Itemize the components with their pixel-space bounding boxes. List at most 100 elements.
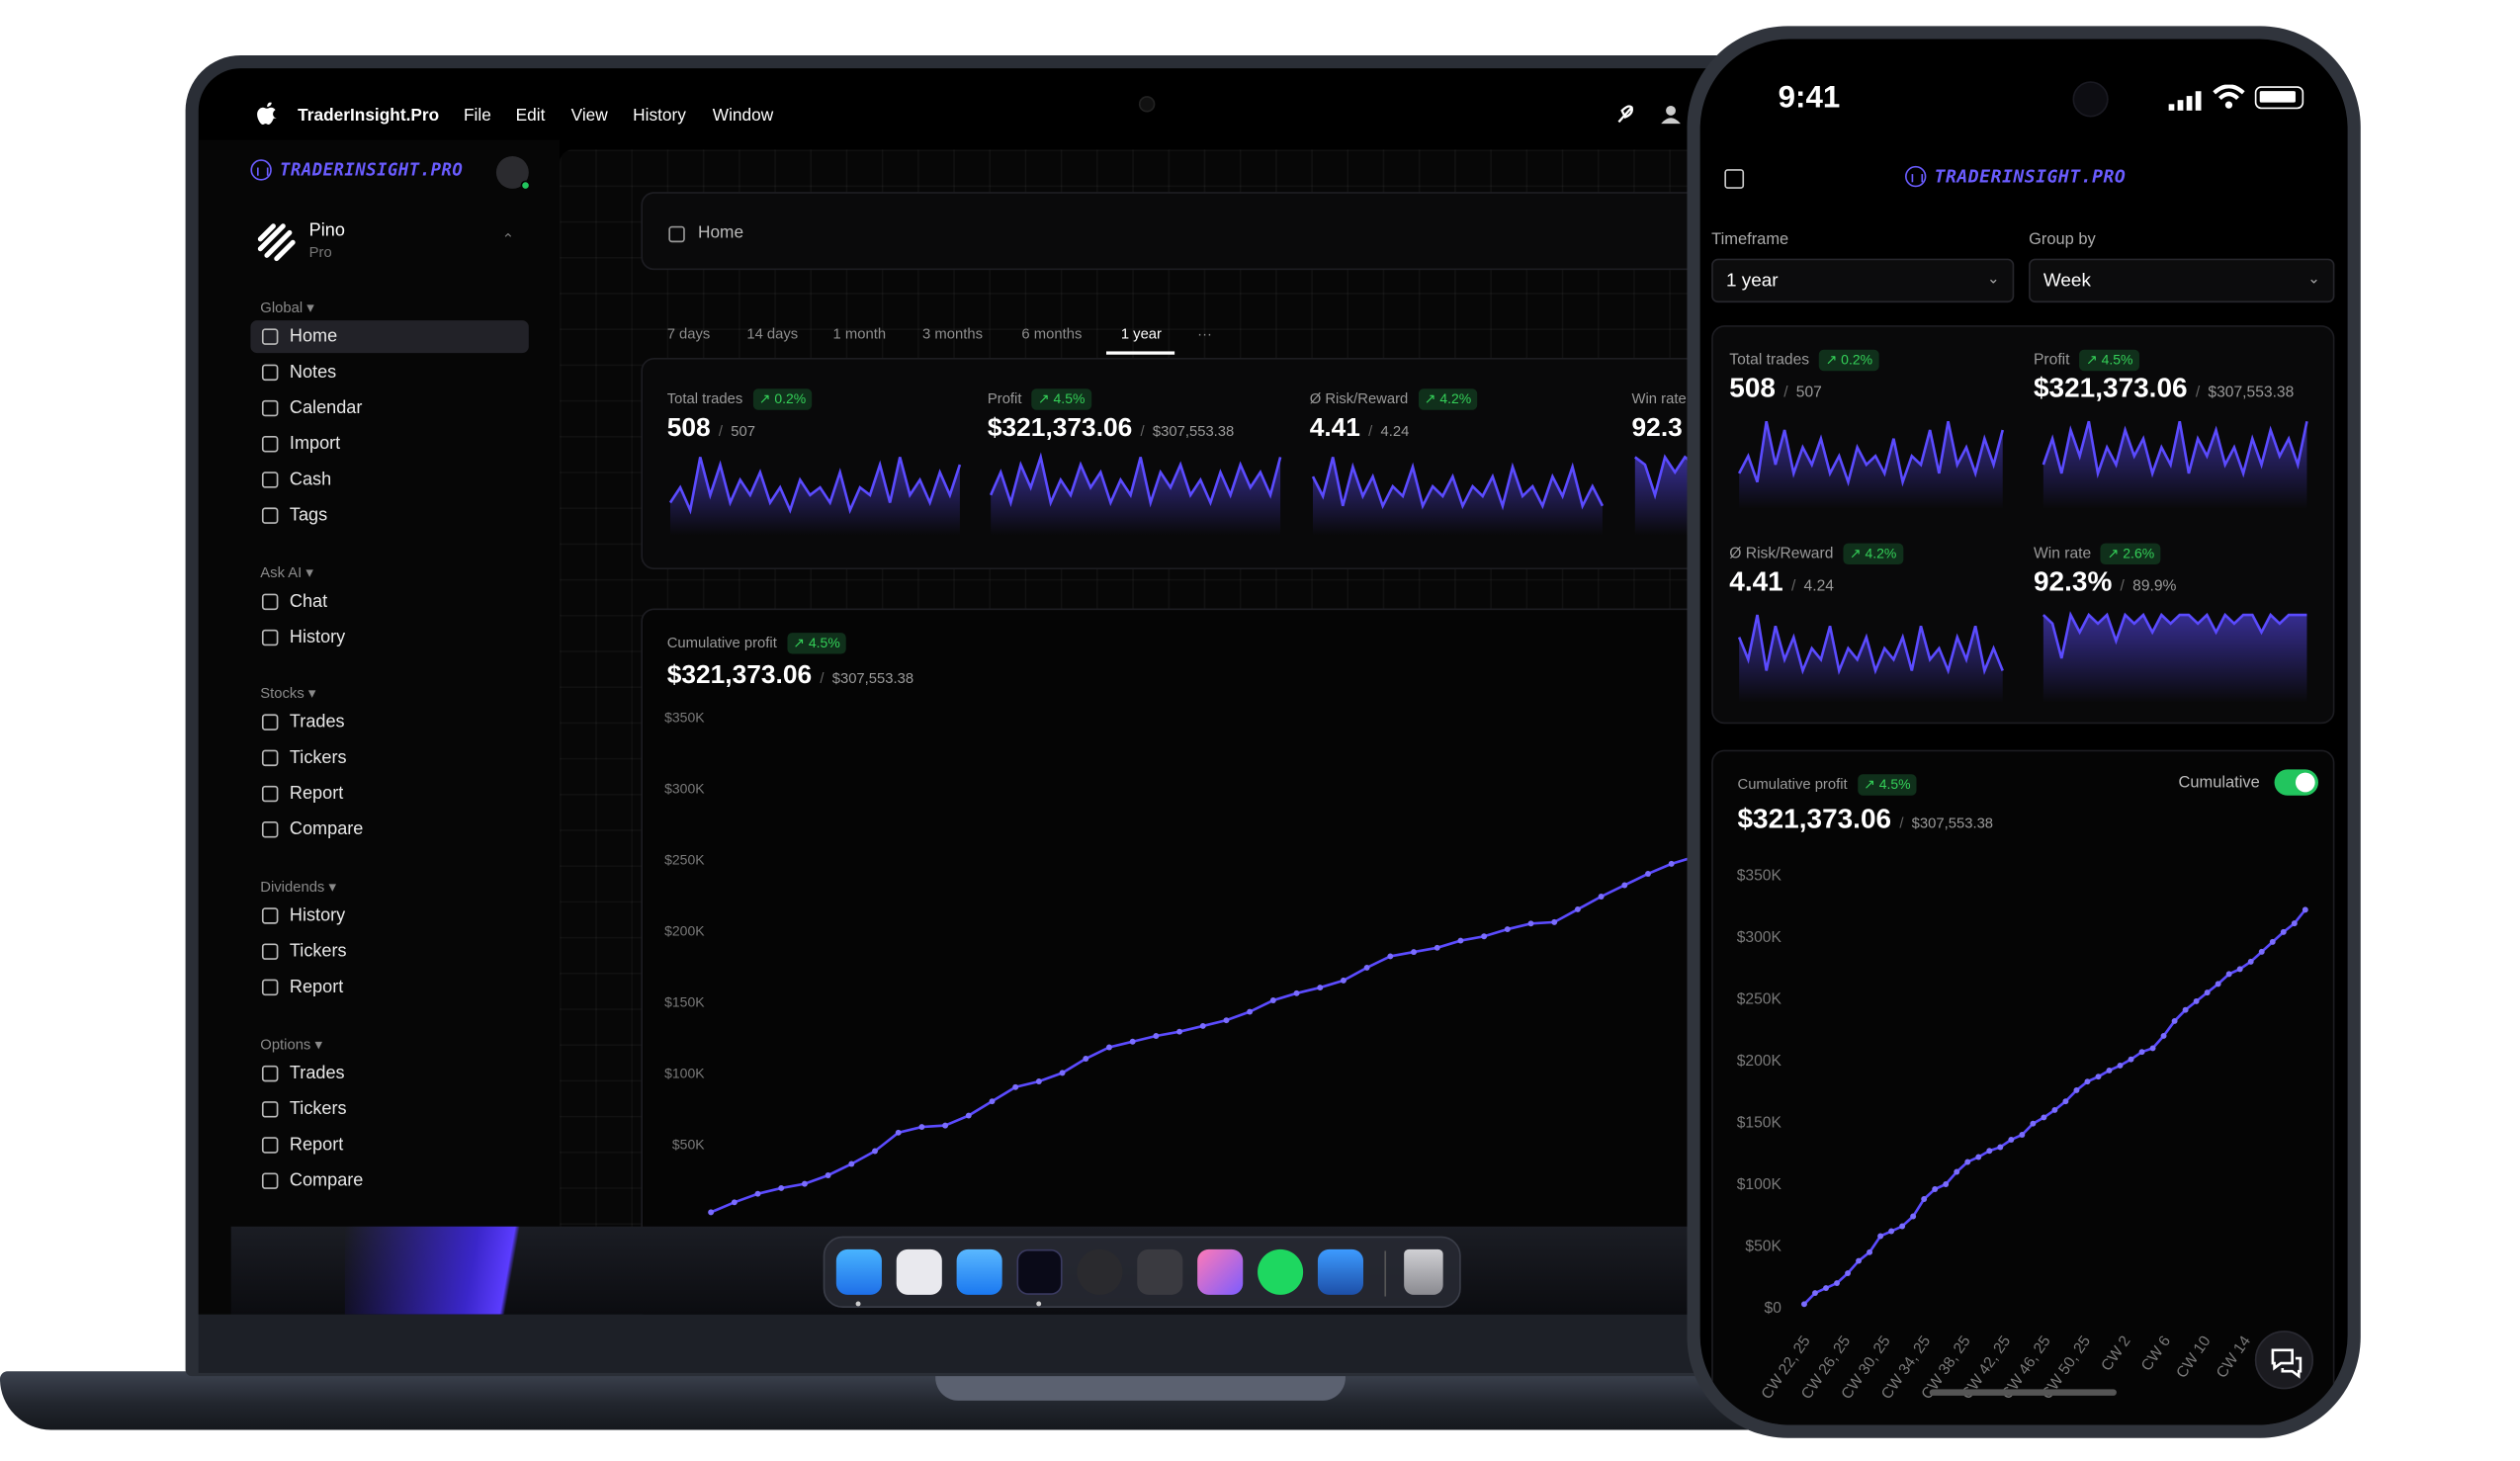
data-point[interactable] bbox=[1317, 985, 1324, 991]
sidebar-item-compare[interactable]: Compare bbox=[250, 1164, 528, 1197]
menu-file[interactable]: File bbox=[464, 106, 491, 126]
cumulative-toggle[interactable] bbox=[2274, 769, 2318, 796]
sidebar-item-compare[interactable]: Compare bbox=[250, 814, 528, 846]
data-point[interactable] bbox=[1434, 944, 1440, 951]
data-point[interactable] bbox=[731, 1199, 738, 1206]
data-point[interactable] bbox=[1621, 882, 1628, 889]
data-point[interactable] bbox=[1856, 1257, 1863, 1264]
data-point[interactable] bbox=[942, 1122, 949, 1129]
feather-icon[interactable] bbox=[1613, 103, 1636, 126]
breadcrumb-home[interactable]: Home bbox=[698, 222, 743, 242]
data-point[interactable] bbox=[1954, 1168, 1960, 1175]
traderinsight-app-icon[interactable] bbox=[1016, 1248, 1063, 1295]
tab-6-months[interactable]: 6 months bbox=[1021, 325, 1082, 341]
data-point[interactable] bbox=[2019, 1132, 2026, 1138]
user-icon[interactable] bbox=[1660, 103, 1683, 126]
data-point[interactable] bbox=[1199, 1022, 1206, 1029]
data-point[interactable] bbox=[1598, 894, 1605, 900]
chat-button[interactable] bbox=[2254, 1331, 2314, 1390]
nav-group-label[interactable]: Ask AI ▾ bbox=[260, 564, 313, 582]
workspace-switcher[interactable]: Pino Pro ⌃ bbox=[257, 218, 534, 267]
trash-icon[interactable] bbox=[1404, 1248, 1443, 1295]
data-point[interactable] bbox=[1411, 949, 1417, 956]
data-point[interactable] bbox=[1801, 1301, 1807, 1308]
data-point[interactable] bbox=[1527, 920, 1534, 927]
data-point[interactable] bbox=[872, 1148, 878, 1155]
data-point[interactable] bbox=[801, 1180, 808, 1187]
kpi-total-trades[interactable]: Total trades ↗ 0.2% 508/507 bbox=[1729, 343, 2030, 510]
data-point[interactable] bbox=[2258, 948, 2265, 955]
sidebar-toggle-icon[interactable] bbox=[1724, 169, 1745, 189]
data-point[interactable] bbox=[1269, 997, 1276, 1003]
data-point[interactable] bbox=[1504, 926, 1511, 933]
data-point[interactable] bbox=[1481, 933, 1488, 940]
sidebar-item-tags[interactable]: Tags bbox=[250, 499, 528, 532]
timeframe-select[interactable]: 1 year ⌄ bbox=[1711, 258, 2015, 303]
sidebar-item-chat[interactable]: Chat bbox=[250, 585, 528, 618]
data-point[interactable] bbox=[1457, 937, 1464, 944]
data-point[interactable] bbox=[989, 1098, 996, 1105]
menu-view[interactable]: View bbox=[571, 106, 608, 126]
kpi-risk-reward[interactable]: Ø Risk/Reward ↗ 4.2% 4.41/4.24 bbox=[1310, 383, 1619, 536]
sidebar-item-trades[interactable]: Trades bbox=[250, 706, 528, 738]
cumulative-profit-chart[interactable]: $0 $50K $100K $150K $200K $250K $300K $350K CW 2… bbox=[1713, 849, 2335, 1425]
mail-icon[interactable] bbox=[956, 1248, 1002, 1295]
kpi-total-trades[interactable]: Total trades ↗ 0.2% 508/507 bbox=[667, 383, 977, 536]
data-point[interactable] bbox=[1293, 989, 1300, 996]
data-point[interactable] bbox=[2095, 1074, 2102, 1080]
data-point[interactable] bbox=[1551, 918, 1558, 925]
apple-icon[interactable] bbox=[257, 102, 277, 126]
data-point[interactable] bbox=[895, 1129, 902, 1136]
data-point[interactable] bbox=[965, 1112, 972, 1119]
sidebar-item-cash[interactable]: Cash bbox=[250, 464, 528, 496]
sidebar-item-calendar[interactable]: Calendar bbox=[250, 392, 528, 425]
data-point[interactable] bbox=[2291, 920, 2298, 927]
finder-icon[interactable] bbox=[835, 1248, 882, 1295]
data-point[interactable] bbox=[2062, 1098, 2069, 1105]
data-point[interactable] bbox=[2247, 958, 2254, 965]
data-point[interactable] bbox=[2073, 1086, 2080, 1093]
data-point[interactable] bbox=[1943, 1181, 1950, 1187]
tab-14-days[interactable]: 14 days bbox=[746, 325, 798, 341]
sidebar-item-trades[interactable]: Trades bbox=[250, 1058, 528, 1090]
data-point[interactable] bbox=[2225, 971, 2232, 978]
groupby-select[interactable]: Week ⌄ bbox=[2029, 258, 2335, 303]
data-point[interactable] bbox=[2215, 981, 2221, 988]
nav-group-label[interactable]: Options ▾ bbox=[260, 1036, 322, 1054]
sidebar-item-history[interactable]: History bbox=[250, 622, 528, 654]
database-icon[interactable] bbox=[1317, 1248, 1364, 1295]
data-point[interactable] bbox=[2280, 928, 2287, 935]
ai-assistant-icon[interactable] bbox=[1197, 1248, 1244, 1295]
data-point[interactable] bbox=[2236, 966, 2243, 973]
data-point[interactable] bbox=[2204, 989, 2211, 996]
data-point[interactable] bbox=[1867, 1248, 1873, 1255]
sidebar-item-report[interactable]: Report bbox=[250, 1129, 528, 1161]
data-point[interactable] bbox=[1340, 977, 1347, 984]
menu-window[interactable]: Window bbox=[713, 106, 773, 126]
data-point[interactable] bbox=[2193, 997, 2200, 1004]
data-point[interactable] bbox=[1387, 953, 1394, 960]
data-point[interactable] bbox=[1888, 1228, 1895, 1235]
data-point[interactable] bbox=[1964, 1159, 1971, 1165]
spotify-icon[interactable] bbox=[1258, 1248, 1304, 1295]
data-point[interactable] bbox=[2160, 1032, 2167, 1039]
data-point[interactable] bbox=[1823, 1285, 1829, 1292]
data-point[interactable] bbox=[1247, 1008, 1254, 1015]
sidebar-item-report[interactable]: Report bbox=[250, 778, 528, 811]
menu-edit[interactable]: Edit bbox=[516, 106, 546, 126]
data-point[interactable] bbox=[1975, 1154, 1982, 1160]
menu-history[interactable]: History bbox=[633, 106, 686, 126]
brand-logo[interactable]: TRADERINSIGHT.PRO bbox=[1904, 165, 2126, 188]
data-point[interactable] bbox=[1899, 1223, 1906, 1230]
data-point[interactable] bbox=[2128, 1056, 2134, 1063]
data-point[interactable] bbox=[1223, 1017, 1230, 1024]
avatar[interactable] bbox=[495, 155, 531, 191]
sidebar-item-tickers[interactable]: Tickers bbox=[250, 1093, 528, 1126]
data-point[interactable] bbox=[1083, 1056, 1089, 1062]
kpi-risk-reward[interactable]: Ø Risk/Reward ↗ 4.2% 4.41/4.24 bbox=[1729, 537, 2030, 703]
kpi-win-rate[interactable]: Win rate ↗ 2.6% 92.3%/89.9% bbox=[2034, 537, 2333, 703]
tab-3-months[interactable]: 3 months bbox=[922, 325, 983, 341]
data-point[interactable] bbox=[2269, 938, 2276, 945]
data-point[interactable] bbox=[1059, 1070, 1066, 1076]
data-point[interactable] bbox=[2182, 1006, 2189, 1013]
